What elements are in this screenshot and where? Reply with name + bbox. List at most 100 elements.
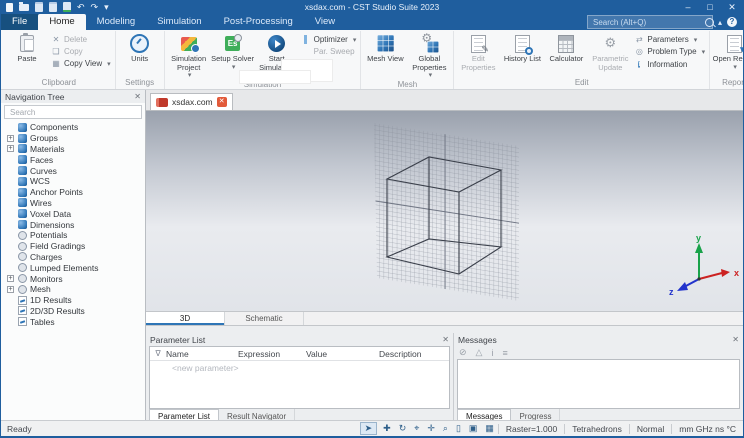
- copy-view-button[interactable]: ▦ Copy View ▾: [51, 59, 111, 68]
- column-expression[interactable]: Expression: [238, 349, 306, 359]
- warnings-filter-icon[interactable]: △: [476, 347, 483, 358]
- view-cube-icon[interactable]: ▣: [465, 423, 482, 434]
- tree-item-tables[interactable]: Tables: [7, 316, 145, 327]
- tab-schematic[interactable]: Schematic: [225, 312, 304, 325]
- tree-item-1d-results[interactable]: 1D Results: [7, 295, 145, 306]
- tree-item-anchor-points[interactable]: Anchor Points: [7, 187, 145, 198]
- save-icon[interactable]: [35, 2, 43, 12]
- tree-item-voxel-data[interactable]: Voxel Data: [7, 208, 145, 219]
- document-tab[interactable]: xsdax.com ✕: [150, 93, 233, 110]
- parametric-update-button[interactable]: ⚙ Parametric Update: [588, 31, 632, 72]
- lumped-elements-icon: [18, 263, 27, 273]
- tab-modeling[interactable]: Modeling: [86, 14, 147, 30]
- tab-file[interactable]: File: [1, 14, 39, 30]
- select-tool-icon[interactable]: ➤: [359, 422, 378, 435]
- calculator-button[interactable]: Calculator: [544, 31, 588, 64]
- tree-item-2d3d-results[interactable]: 2D/3D Results: [7, 306, 145, 317]
- tree-item-components[interactable]: Components: [7, 122, 145, 133]
- tab-close-icon[interactable]: ✕: [216, 97, 227, 107]
- column-description[interactable]: Description: [379, 349, 449, 359]
- optimizer-button[interactable]: Optimizer ▾: [301, 35, 356, 44]
- ribbon-search[interactable]: [586, 15, 714, 29]
- tree-item-groups[interactable]: + Groups: [7, 133, 145, 144]
- viewport-tab-bar: 3D Schematic: [146, 312, 743, 326]
- raster-grid-icon[interactable]: ▦: [481, 423, 498, 434]
- save-all-icon[interactable]: [49, 2, 57, 12]
- expander-icon[interactable]: +: [7, 134, 14, 142]
- tab-post-processing[interactable]: Post-Processing: [213, 14, 304, 30]
- column-name[interactable]: Name: [166, 349, 238, 359]
- tab-view[interactable]: View: [304, 14, 346, 30]
- tree-item-faces[interactable]: Faces: [7, 154, 145, 165]
- collapse-ribbon-icon[interactable]: ▴: [718, 18, 722, 27]
- tree-item-field-gradings[interactable]: Field Gradings: [7, 241, 145, 252]
- tab-home[interactable]: Home: [38, 14, 86, 30]
- close-button[interactable]: ✕: [721, 0, 743, 14]
- tree-item-mesh[interactable]: + Mesh: [7, 284, 145, 295]
- tree-item-dimensions[interactable]: Dimensions: [7, 219, 145, 230]
- zoom-tool-icon[interactable]: ⌕: [439, 423, 452, 434]
- tree-search[interactable]: [4, 105, 142, 119]
- close-icon[interactable]: ✕: [442, 335, 449, 344]
- simulation-project-button[interactable]: Simulation Project ▾: [167, 31, 211, 80]
- mesh-view-button[interactable]: Mesh View: [363, 31, 407, 64]
- filter-icon[interactable]: ∇: [150, 349, 166, 358]
- status-units[interactable]: mm GHz ns °C: [671, 423, 743, 434]
- tree-item-charges[interactable]: Charges: [7, 252, 145, 263]
- tree-search-input[interactable]: [8, 106, 138, 118]
- copy-button[interactable]: ❑ Copy: [51, 47, 111, 56]
- problem-type-button[interactable]: ◎ Problem Type ▾: [634, 47, 705, 56]
- parameters-button[interactable]: ⇄ Parameters ▾: [634, 35, 705, 44]
- expander-icon[interactable]: +: [7, 145, 14, 153]
- status-mesh-type[interactable]: Tetrahedrons: [564, 423, 629, 434]
- navigation-tree-panel: Navigation Tree ✕ Components +Groups +Ma…: [1, 90, 146, 420]
- global-properties-button[interactable]: ⚙ Global Properties ▾: [407, 31, 451, 80]
- qat-customize-icon[interactable]: ▾: [104, 2, 109, 12]
- message-list-icon[interactable]: ≡: [502, 348, 507, 358]
- expander-icon[interactable]: +: [7, 285, 14, 293]
- zoom-window-tool-icon[interactable]: ⌖: [410, 423, 423, 434]
- tree-item-monitors[interactable]: + Monitors: [7, 273, 145, 284]
- edit-properties-button[interactable]: ✎ Edit Properties: [456, 31, 500, 72]
- search-input[interactable]: [590, 16, 705, 28]
- minimize-button[interactable]: –: [677, 0, 699, 14]
- pan-tool-icon[interactable]: ✛: [423, 423, 439, 434]
- pick-tool-icon[interactable]: ▯: [452, 423, 465, 434]
- open-report-button[interactable]: ▾ Open Report▾: [712, 31, 743, 72]
- undo-icon[interactable]: ↶: [77, 2, 85, 12]
- help-icon[interactable]: ?: [727, 17, 737, 27]
- open-file-icon[interactable]: [19, 1, 29, 11]
- tree-item-potentials[interactable]: Potentials: [7, 230, 145, 241]
- expander-icon[interactable]: +: [7, 275, 14, 283]
- tree-item-wcs[interactable]: WCS: [7, 176, 145, 187]
- setup-solver-button[interactable]: Es Setup Solver ▾: [211, 31, 255, 72]
- tree-item-lumped-elements[interactable]: Lumped Elements: [7, 262, 145, 273]
- close-icon[interactable]: ✕: [134, 92, 141, 101]
- 3d-viewport[interactable]: y x z: [146, 111, 743, 312]
- close-icon[interactable]: ✕: [732, 335, 739, 344]
- status-accuracy[interactable]: Normal: [628, 423, 671, 434]
- import-icon[interactable]: [63, 2, 71, 12]
- chevron-down-icon: ▾: [107, 60, 111, 68]
- status-raster[interactable]: Raster=1.000: [497, 423, 564, 434]
- new-parameter-row[interactable]: <new parameter>: [150, 361, 449, 373]
- maximize-button[interactable]: □: [699, 0, 721, 14]
- tab-3d[interactable]: 3D: [146, 312, 225, 325]
- delete-button[interactable]: ✕ Delete: [51, 35, 111, 44]
- par-sweep-button[interactable]: Par. Sweep: [301, 47, 357, 56]
- paste-button[interactable]: Paste: [5, 31, 49, 64]
- history-list-button[interactable]: History List: [500, 31, 544, 64]
- units-button[interactable]: Units: [118, 31, 162, 64]
- move-tool-icon[interactable]: ✚: [379, 423, 395, 434]
- tree-item-wires[interactable]: Wires: [7, 198, 145, 209]
- information-button[interactable]: i Information: [634, 59, 705, 69]
- column-value[interactable]: Value: [306, 349, 379, 359]
- tree-item-curves[interactable]: Curves: [7, 165, 145, 176]
- tab-simulation[interactable]: Simulation: [146, 14, 212, 30]
- new-file-icon[interactable]: [6, 2, 13, 12]
- errors-filter-icon[interactable]: ⊘: [459, 347, 467, 358]
- redo-icon[interactable]: ↷: [91, 2, 99, 12]
- tree-item-materials[interactable]: + Materials: [7, 144, 145, 155]
- rotate-tool-icon[interactable]: ↻: [395, 423, 411, 434]
- info-filter-icon[interactable]: i: [491, 348, 493, 358]
